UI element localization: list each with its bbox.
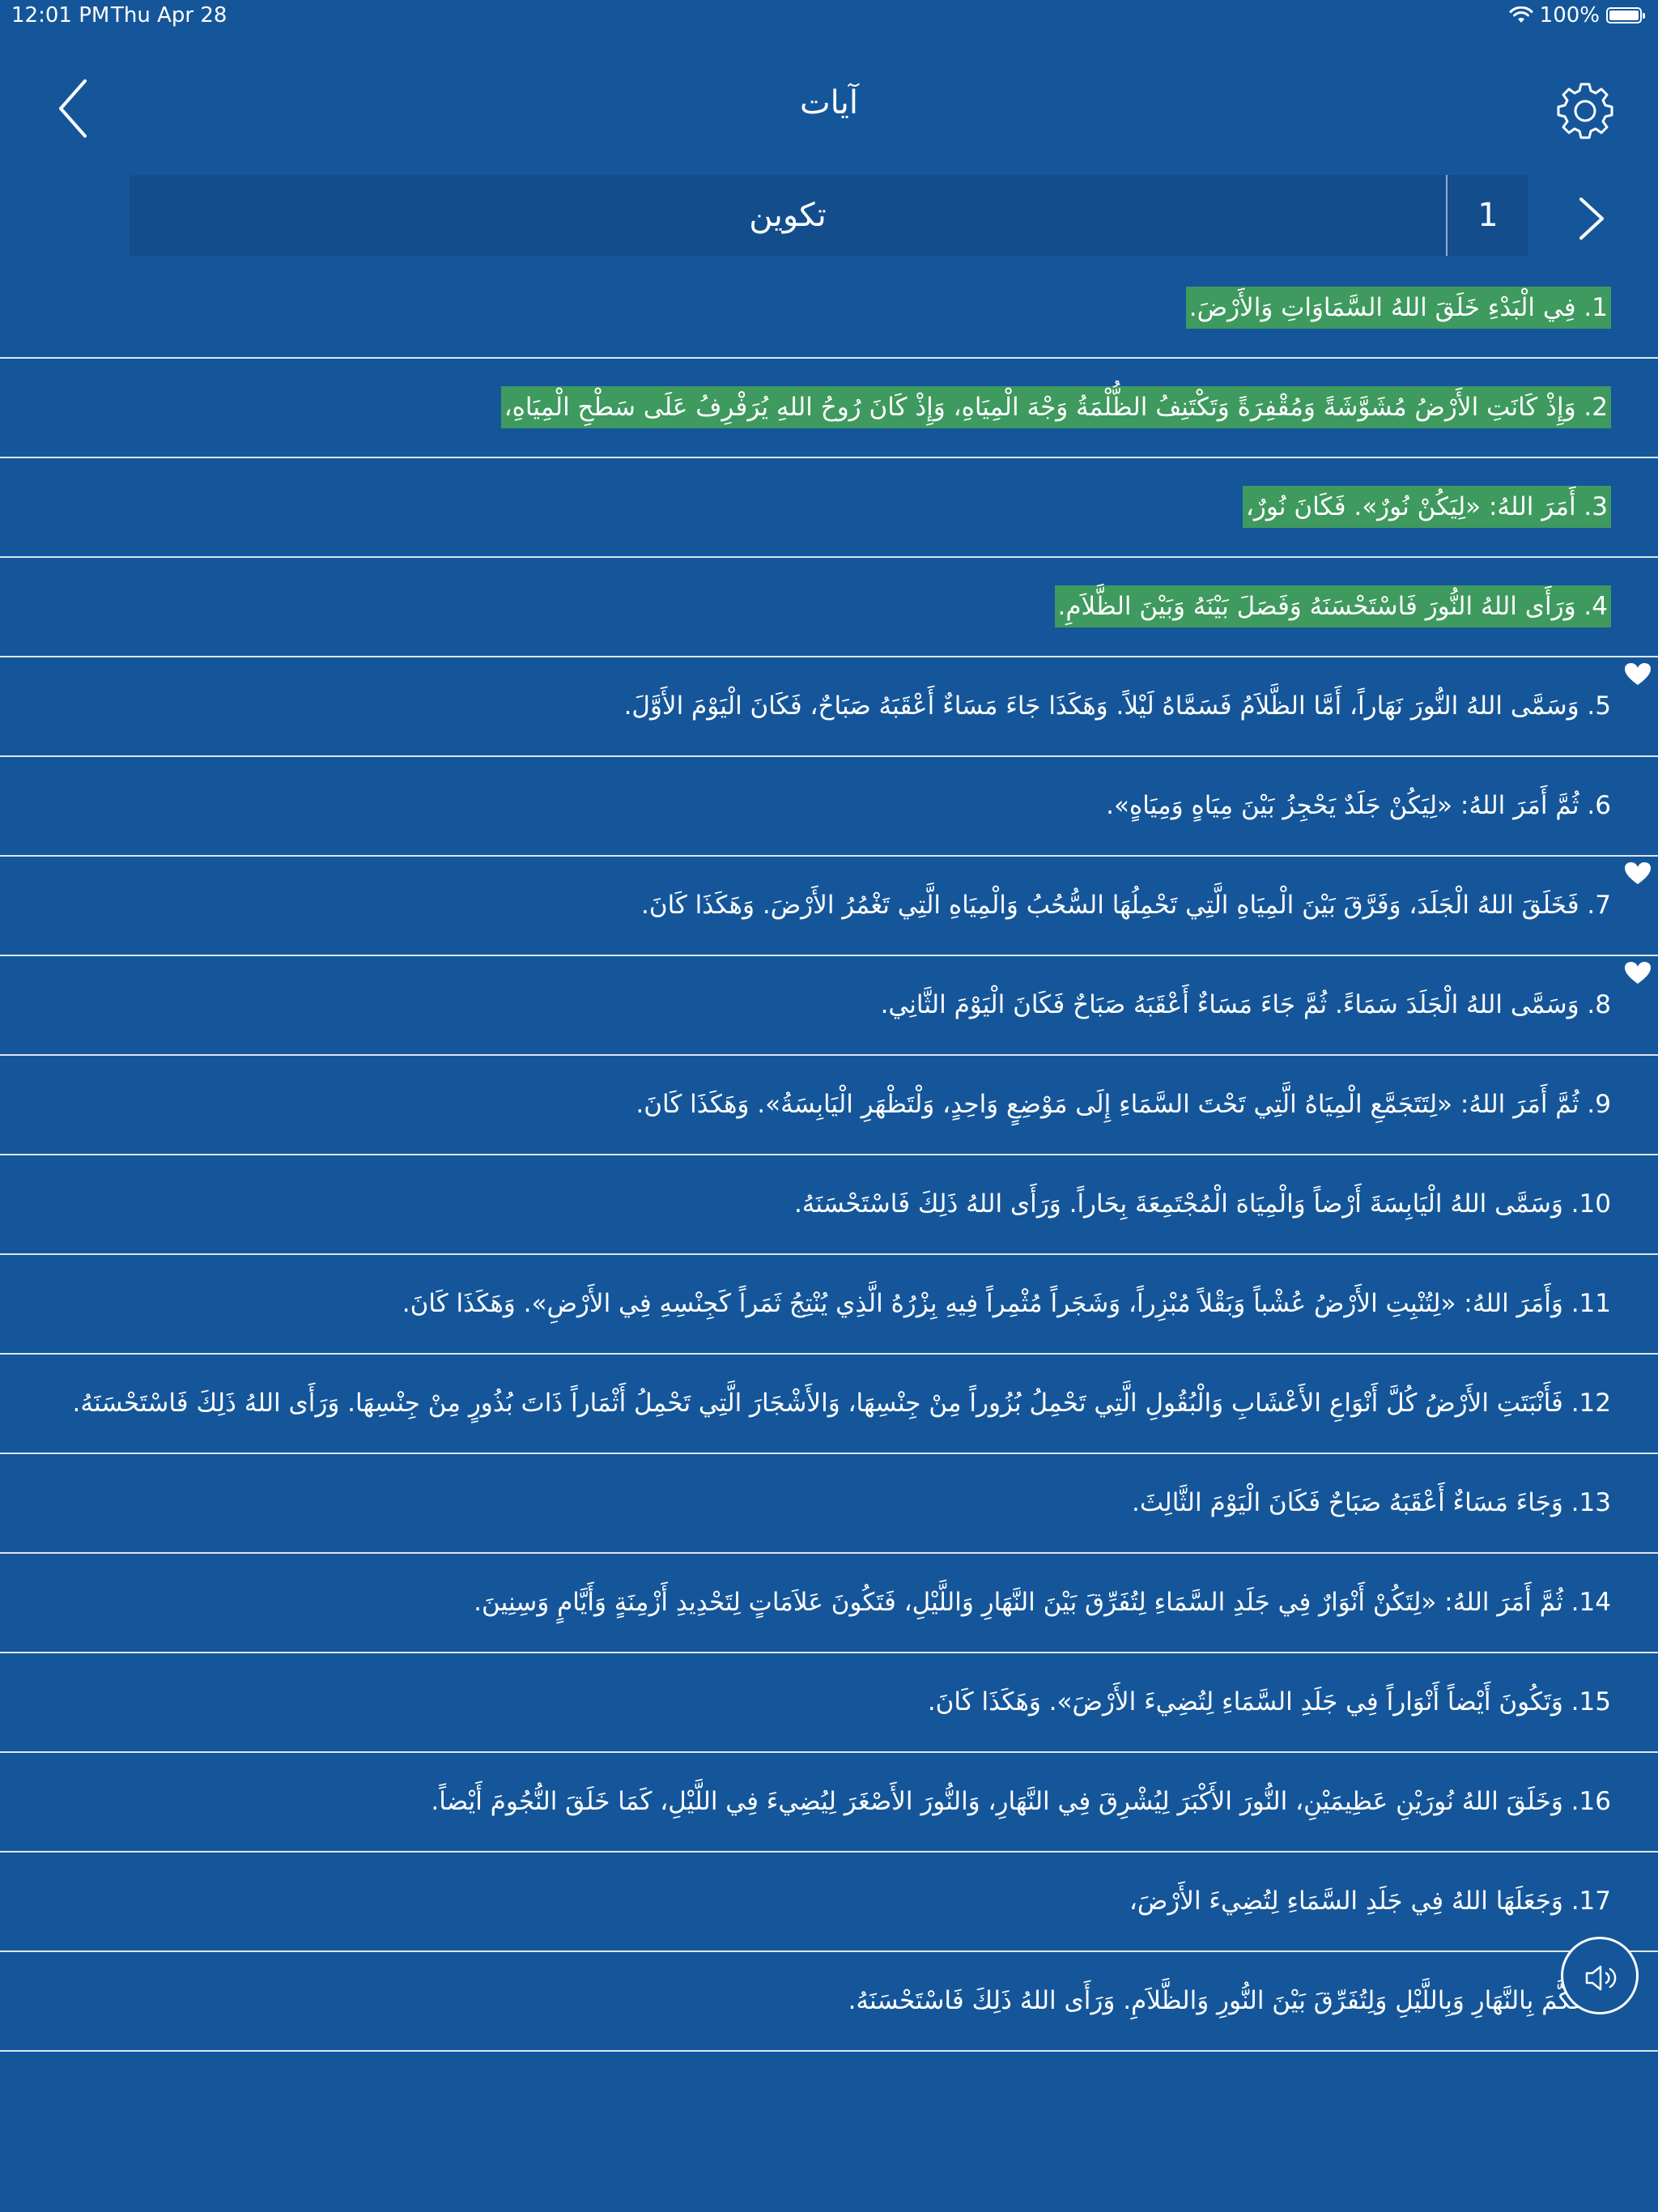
verse-row[interactable]: 6. ثُمَّ أَمَرَ اللهُ: «لِيَكُنْ جَلَدٌ …: [0, 757, 1658, 857]
verse-text[interactable]: 1. فِي الْبَدْءِ خَلَقَ اللهُ السَّمَاوَ…: [1185, 287, 1611, 329]
verse-row[interactable]: 16. وَخَلَقَ اللهُ نُورَيْنِ عَظِيمَيْنِ…: [0, 1753, 1658, 1853]
verse-row[interactable]: 12. فَأَنْبَتَتِ الأَرْضُ كُلَّ أَنْوَاع…: [0, 1355, 1658, 1454]
verse-text[interactable]: 8. وَسَمَّى اللهُ الْجَلَدَ سَمَاءً. ثُم…: [881, 984, 1611, 1026]
verse-row[interactable]: لِتَتَحَكَّمَ بِالنَّهَارِ وَبِاللَّيْلِ…: [0, 1952, 1658, 2052]
chapter-selector[interactable]: تكوين 1: [130, 175, 1528, 256]
verse-list[interactable]: 1. فِي الْبَدْءِ خَلَقَ اللهُ السَّمَاوَ…: [0, 259, 1658, 2052]
chapter-number[interactable]: 1: [1448, 175, 1528, 256]
verse-text[interactable]: 9. ثُمَّ أَمَرَ اللهُ: «لِتَتَجَمَّعِ ال…: [636, 1083, 1611, 1125]
verse-text[interactable]: 17. وَجَعَلَهَا اللهُ فِي جَلَدِ السَّمَ…: [1129, 1880, 1611, 1922]
audio-button[interactable]: [1561, 1937, 1639, 2014]
verse-text[interactable]: لِتَتَحَكَّمَ بِالنَّهَارِ وَبِاللَّيْلِ…: [848, 1980, 1611, 2022]
verse-row[interactable]: 14. ثُمَّ أَمَرَ اللهُ: «لِتَكُنْ أَنْوَ…: [0, 1554, 1658, 1653]
battery-percent: 100%: [1539, 3, 1600, 28]
heart-icon[interactable]: [1624, 861, 1652, 886]
verse-row[interactable]: 15. وَتَكُونَ أَيْضاً أَنْوَاراً فِي جَل…: [0, 1653, 1658, 1753]
verse-text[interactable]: 7. فَخَلَقَ اللهُ الْجَلَدَ، وَفَرَّقَ ب…: [641, 884, 1611, 926]
settings-button[interactable]: [1554, 79, 1616, 141]
verse-row[interactable]: 5. وَسَمَّى اللهُ النُّورَ نَهَاراً، أَم…: [0, 657, 1658, 757]
verse-row[interactable]: 2. وَإِذْ كَانَتِ الأَرْضُ مُشَوَّشَةً و…: [0, 359, 1658, 458]
verse-text[interactable]: 10. وَسَمَّى اللهُ الْيَابِسَةَ أَرْضاً …: [794, 1183, 1611, 1225]
verse-row[interactable]: 10. وَسَمَّى اللهُ الْيَابِسَةَ أَرْضاً …: [0, 1155, 1658, 1255]
verse-row[interactable]: 9. ثُمَّ أَمَرَ اللهُ: «لِتَتَجَمَّعِ ال…: [0, 1056, 1658, 1155]
header: آيات: [0, 57, 1658, 154]
speaker-icon: [1585, 1965, 1617, 1991]
status-indicators: 100%: [1509, 3, 1645, 28]
status-time: 12:01 PM: [11, 3, 110, 28]
chevron-right-icon: [1579, 198, 1604, 240]
book-name[interactable]: تكوين: [130, 175, 1446, 256]
verse-row[interactable]: 13. وَجَاءَ مَسَاءٌ أَعْقَبَهُ صَبَاحٌ ف…: [0, 1454, 1658, 1554]
page-title: آيات: [799, 84, 859, 121]
verse-row[interactable]: 4. وَرَأَى اللهُ النُّورَ فَاسْتَحْسَنَه…: [0, 558, 1658, 657]
verse-row[interactable]: 11. وَأَمَرَ اللهُ: «لِتُنْبِتِ الأَرْضُ…: [0, 1255, 1658, 1355]
heart-icon[interactable]: [1624, 662, 1652, 687]
verse-text[interactable]: 14. ثُمَّ أَمَرَ اللهُ: «لِتَكُنْ أَنْوَ…: [474, 1581, 1611, 1623]
verse-text[interactable]: 3. أَمَرَ اللهُ: «لِيَكُنْ نُورٌ». فَكَا…: [1242, 486, 1611, 528]
heart-icon[interactable]: [1624, 961, 1652, 985]
verse-text[interactable]: 5. وَسَمَّى اللهُ النُّورَ نَهَاراً، أَم…: [624, 685, 1611, 727]
verse-text[interactable]: 2. وَإِذْ كَانَتِ الأَرْضُ مُشَوَّشَةً و…: [500, 386, 1611, 428]
verse-text[interactable]: 11. وَأَمَرَ اللهُ: «لِتُنْبِتِ الأَرْضُ…: [402, 1283, 1611, 1325]
gear-icon: [1557, 83, 1613, 139]
verse-text[interactable]: 15. وَتَكُونَ أَيْضاً أَنْوَاراً فِي جَل…: [928, 1681, 1611, 1723]
status-date: Thu Apr 28: [111, 3, 227, 28]
verse-row[interactable]: 17. وَجَعَلَهَا اللهُ فِي جَلَدِ السَّمَ…: [0, 1853, 1658, 1952]
status-bar: 12:01 PM Thu Apr 28 100%: [0, 0, 1658, 32]
verse-text[interactable]: 16. وَخَلَقَ اللهُ نُورَيْنِ عَظِيمَيْنِ…: [431, 1780, 1611, 1823]
verse-text[interactable]: 12. فَأَنْبَتَتِ الأَرْضُ كُلَّ أَنْوَاع…: [73, 1382, 1611, 1424]
verse-text[interactable]: 13. وَجَاءَ مَسَاءٌ أَعْقَبَهُ صَبَاحٌ ف…: [1132, 1482, 1611, 1524]
wifi-icon: [1509, 6, 1533, 24]
battery-icon: [1606, 7, 1645, 23]
verse-row[interactable]: 3. أَمَرَ اللهُ: «لِيَكُنْ نُورٌ». فَكَا…: [0, 458, 1658, 558]
verse-row[interactable]: 1. فِي الْبَدْءِ خَلَقَ اللهُ السَّمَاوَ…: [0, 259, 1658, 359]
verse-row[interactable]: 7. فَخَلَقَ اللهُ الْجَلَدَ، وَفَرَّقَ ب…: [0, 857, 1658, 956]
next-chapter-button[interactable]: [1567, 193, 1615, 245]
verse-row[interactable]: 8. وَسَمَّى اللهُ الْجَلَدَ سَمَاءً. ثُم…: [0, 956, 1658, 1056]
verse-text[interactable]: 4. وَرَأَى اللهُ النُّورَ فَاسْتَحْسَنَه…: [1054, 585, 1611, 627]
verse-text[interactable]: 6. ثُمَّ أَمَرَ اللهُ: «لِيَكُنْ جَلَدٌ …: [1106, 785, 1611, 827]
